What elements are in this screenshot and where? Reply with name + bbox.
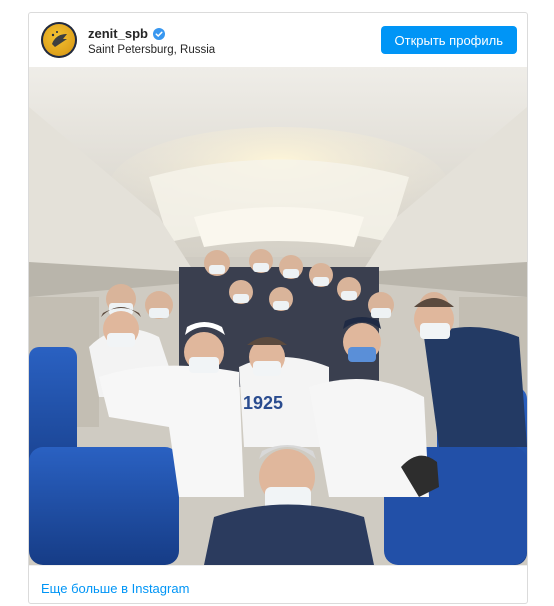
jersey-number: 1925	[243, 393, 283, 413]
username[interactable]: zenit_spb	[88, 26, 148, 41]
profile-avatar[interactable]	[41, 22, 77, 58]
instagram-embed-card: zenit_spb Saint Petersburg, Russia Откры…	[28, 12, 528, 604]
verified-badge-icon	[152, 27, 165, 40]
post-photo[interactable]: 1925	[29, 67, 527, 565]
open-profile-button[interactable]: Открыть профиль	[380, 26, 517, 54]
post-header: zenit_spb Saint Petersburg, Russia Откры…	[29, 13, 527, 67]
zenit-logo-icon	[51, 31, 67, 47]
airplane-team-photo: 1925	[29, 67, 527, 565]
more-on-instagram-link[interactable]: Еще больше в Instagram	[41, 581, 189, 596]
post-footer: Еще больше в Instagram	[29, 565, 527, 603]
username-row: zenit_spb	[88, 26, 165, 41]
post-location[interactable]: Saint Petersburg, Russia	[88, 44, 215, 56]
